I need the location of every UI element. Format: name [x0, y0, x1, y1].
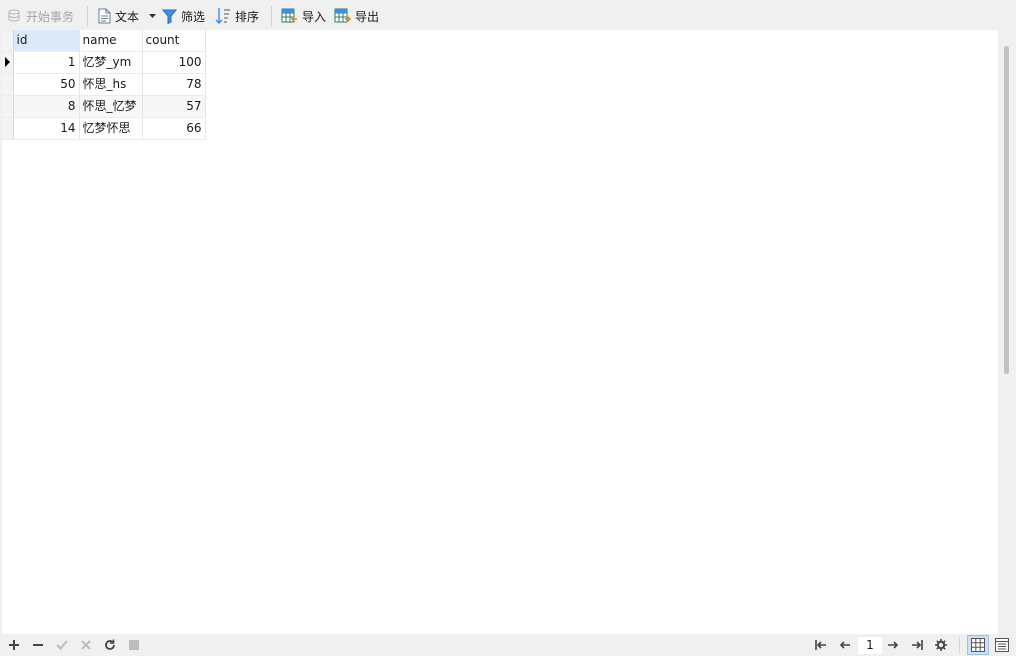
column-header-name[interactable]: name: [79, 30, 143, 52]
table-row[interactable]: 8 怀思_忆梦 57: [2, 95, 206, 118]
first-page-icon[interactable]: [813, 637, 829, 653]
x-icon[interactable]: [78, 637, 94, 653]
stop-icon[interactable]: [126, 637, 142, 653]
begin-transaction-button[interactable]: 开始事务: [8, 6, 74, 26]
export-icon: [334, 8, 351, 24]
prev-page-icon[interactable]: [837, 637, 853, 653]
filter-label: 筛选: [181, 9, 206, 24]
text-view-label: 文本: [115, 9, 140, 24]
filter-icon: [162, 9, 177, 24]
toolbar-divider: [87, 6, 88, 26]
table-row[interactable]: 1 忆梦_ym 100: [2, 51, 206, 74]
cell-name[interactable]: 怀思_hs: [79, 73, 143, 96]
import-label: 导入: [302, 9, 327, 24]
check-icon[interactable]: [54, 637, 70, 653]
next-page-icon[interactable]: [885, 637, 901, 653]
page-number-input[interactable]: 1: [858, 637, 882, 654]
table-row[interactable]: 50 怀思_hs 78: [2, 73, 206, 96]
row-selector[interactable]: [2, 73, 14, 96]
import-icon: [281, 8, 298, 24]
cell-count[interactable]: 66: [142, 117, 206, 140]
table-row[interactable]: 14 忆梦怀思 66: [2, 117, 206, 140]
cell-count[interactable]: 100: [142, 51, 206, 74]
cell-name[interactable]: 忆梦怀思: [79, 117, 143, 140]
status-bar: 1: [0, 634, 1016, 656]
plus-icon[interactable]: [6, 637, 22, 653]
cell-id[interactable]: 1: [13, 51, 80, 74]
column-header-id[interactable]: id: [13, 30, 80, 52]
results-table: id name count 1 忆梦_ym 100 50 怀思_hs 78 8 …: [2, 30, 206, 140]
form-view-icon[interactable]: [991, 635, 1013, 655]
cell-name[interactable]: 忆梦_ym: [79, 51, 143, 74]
corner-cell: [2, 30, 14, 52]
sort-button[interactable]: 排序: [215, 6, 259, 26]
last-page-icon[interactable]: [909, 637, 925, 653]
export-label: 导出: [355, 9, 380, 24]
minus-icon[interactable]: [30, 637, 46, 653]
sort-label: 排序: [235, 9, 260, 24]
cell-id[interactable]: 50: [13, 73, 80, 96]
row-selector[interactable]: [2, 95, 14, 118]
vertical-scrollbar[interactable]: [998, 30, 1016, 634]
cell-id[interactable]: 8: [13, 95, 80, 118]
import-button[interactable]: 导入: [281, 6, 326, 26]
begin-transaction-label: 开始事务: [26, 9, 75, 24]
export-button[interactable]: 导出: [334, 6, 379, 26]
toolbar: 开始事务 文本 筛选 排序 导入 导出: [0, 0, 1016, 30]
sort-icon: [215, 7, 231, 25]
database-icon: [8, 9, 22, 23]
toolbar-divider: [271, 6, 272, 26]
filter-button[interactable]: 筛选: [162, 6, 205, 26]
data-grid: id name count 1 忆梦_ym 100 50 怀思_hs 78 8 …: [2, 30, 998, 634]
grid-view-icon[interactable]: [967, 635, 989, 655]
caret-down-icon[interactable]: [149, 14, 157, 18]
column-header-count[interactable]: count: [142, 30, 206, 52]
scrollbar-thumb[interactable]: [1004, 46, 1009, 374]
cell-count[interactable]: 57: [142, 95, 206, 118]
document-icon: [98, 8, 111, 24]
row-selector[interactable]: [2, 51, 14, 74]
cell-id[interactable]: 14: [13, 117, 80, 140]
cell-count[interactable]: 78: [142, 73, 206, 96]
header-row: id name count: [2, 30, 206, 52]
view-divider: [959, 637, 960, 653]
gear-icon[interactable]: [933, 637, 949, 653]
text-view-button[interactable]: 文本: [98, 6, 157, 26]
current-row-icon: [5, 57, 10, 67]
cell-name[interactable]: 怀思_忆梦: [79, 95, 143, 118]
row-selector[interactable]: [2, 117, 14, 140]
refresh-icon[interactable]: [102, 637, 118, 653]
